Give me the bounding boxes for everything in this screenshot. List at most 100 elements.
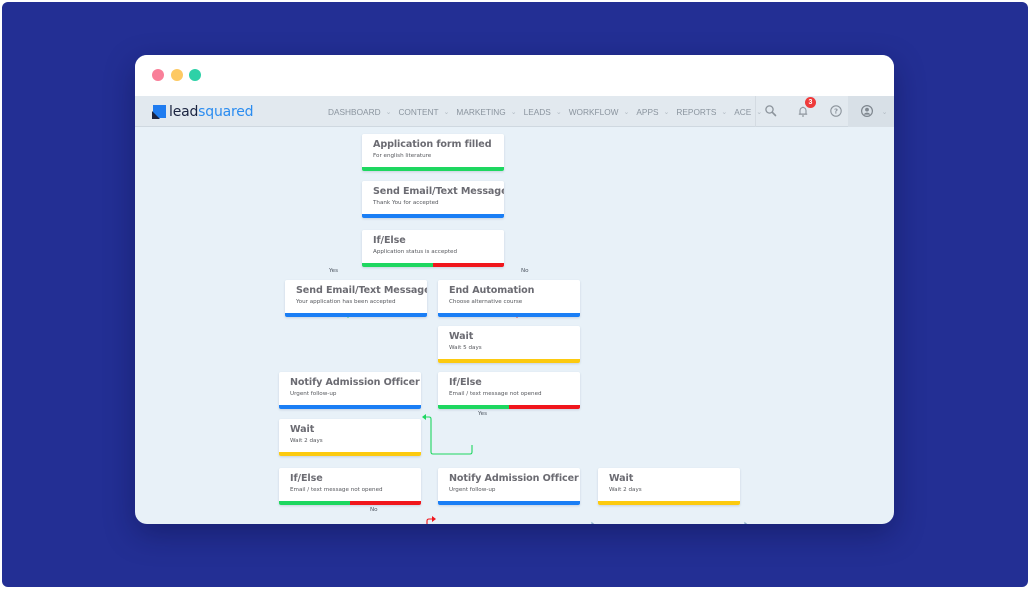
workflow-node[interactable]: End Automation Choose alternative course	[438, 280, 580, 317]
arrow-head	[422, 414, 426, 420]
node-status-bar	[438, 501, 580, 505]
status-segment-blue	[438, 501, 580, 505]
window-titlebar	[135, 55, 894, 96]
node-subtitle: Thank You for accepted	[373, 200, 439, 206]
node-status-bar	[279, 501, 421, 505]
node-status-bar	[285, 313, 427, 317]
menu-item-leads[interactable]: LEADS ⌄	[524, 107, 562, 117]
arrow-head	[591, 521, 595, 524]
branch-label-yes: Yes	[478, 411, 488, 417]
svg-text:?: ?	[833, 107, 837, 115]
status-segment-yellow	[598, 501, 740, 505]
workflow-node[interactable]: Send Email/Text Message Thank You for ac…	[362, 181, 504, 218]
node-status-bar	[598, 501, 740, 505]
menu-item-reports[interactable]: REPORTS ⌄	[676, 107, 727, 117]
leadsquared-logo[interactable]: leadsquared	[152, 103, 254, 121]
node-title: Wait	[290, 424, 315, 435]
chevron-down-icon: ⌄	[623, 108, 630, 116]
node-status-bar	[362, 214, 504, 218]
close-window-button[interactable]	[152, 69, 164, 81]
chevron-down-icon: ⌄	[555, 108, 562, 116]
node-title: Wait	[449, 331, 474, 342]
node-status-bar	[362, 263, 504, 267]
node-subtitle: Wait 5 days	[449, 345, 482, 351]
menu-item-content[interactable]: CONTENT ⌄	[398, 107, 449, 117]
node-title: Wait	[609, 473, 634, 484]
status-segment-yellow	[279, 452, 421, 456]
workflow-node[interactable]: Send Email/Text Message Your application…	[285, 280, 427, 317]
node-subtitle: Urgent follow-up	[290, 391, 337, 397]
node-subtitle: Wait 2 days	[609, 487, 642, 493]
status-segment-red	[350, 501, 421, 505]
no-branch-connector-2	[426, 518, 433, 524]
node-title: Application form filled	[373, 139, 492, 150]
help-button[interactable]: ?	[827, 104, 844, 121]
chevron-down-icon: ⌄	[510, 108, 517, 116]
node-subtitle: Email / text message not opened	[290, 487, 383, 493]
workflow-node[interactable]: Wait Wait 5 days	[438, 326, 580, 363]
node-title: Send Email/Text Message	[373, 186, 504, 197]
menu-item-dashboard[interactable]: DASHBOARD ⌄	[328, 107, 391, 117]
status-segment-blue	[279, 405, 421, 409]
status-segment-blue	[285, 313, 427, 317]
minimize-window-button[interactable]	[171, 69, 183, 81]
node-title: Notify Admission Officer	[449, 473, 579, 484]
browser-window: leadsquared DASHBOARD ⌄ CONTENT ⌄ MARKETIN…	[135, 55, 894, 524]
chevron-down-icon: ⌄	[443, 108, 450, 116]
notification-count-badge: 3	[805, 97, 816, 108]
node-title: Notify Admission Officer	[290, 377, 420, 388]
search-icon	[764, 105, 776, 117]
help-icon: ?	[829, 105, 842, 117]
branch-label-no: No	[370, 507, 378, 513]
menu-item-marketing[interactable]: MARKETING ⌄	[456, 107, 516, 117]
top-navigation-bar: leadsquared DASHBOARD ⌄ CONTENT ⌄ MARKETIN…	[135, 96, 894, 127]
node-status-bar	[438, 359, 580, 363]
main-menu: DASHBOARD ⌄ CONTENT ⌄ MARKETING ⌄ LEADS ⌄ WO…	[328, 96, 769, 127]
node-title: If/Else	[373, 235, 406, 246]
node-subtitle: Your application has been accepted	[296, 299, 396, 305]
node-status-bar	[279, 452, 421, 456]
arrow-head	[432, 516, 436, 522]
workflow-node[interactable]: If/Else Application status is accepted	[362, 230, 504, 267]
workflow-node[interactable]: Notify Admission Officer Urgent follow-u…	[279, 372, 421, 409]
chevron-down-icon: ⌄	[663, 108, 670, 116]
branch-label-no: No	[521, 268, 529, 274]
menu-item-workflow[interactable]: WORKFLOW ⌄	[569, 107, 630, 117]
node-title: If/Else	[449, 377, 482, 388]
menu-item-apps[interactable]: APPS ⌄	[636, 107, 669, 117]
workflow-node[interactable]: If/Else Email / text message not opened	[438, 372, 580, 409]
maximize-window-button[interactable]	[189, 69, 201, 81]
status-segment-blue	[362, 214, 504, 218]
node-title: Send Email/Text Message	[296, 285, 427, 296]
user-icon	[860, 104, 873, 118]
search-button[interactable]	[762, 104, 779, 121]
yes-branch-connector-2	[424, 416, 473, 455]
workflow-node[interactable]: Notify Admission Officer Urgent follow-u…	[438, 468, 580, 505]
node-status-bar	[438, 405, 580, 409]
node-title: End Automation	[449, 285, 535, 296]
chevron-down-icon: ⌄	[721, 108, 728, 116]
workflow-node[interactable]: Application form filled For english lite…	[362, 134, 504, 171]
node-status-bar	[279, 405, 421, 409]
profile-button[interactable]	[858, 104, 875, 121]
logo-text: leadsquared	[169, 104, 254, 120]
node-subtitle: Application status is accepted	[373, 249, 458, 255]
status-segment-blue	[438, 313, 580, 317]
workflow-node[interactable]: If/Else Email / text message not opened	[279, 468, 421, 505]
node-subtitle: Wait 2 days	[290, 438, 323, 444]
status-segment-green	[362, 167, 504, 171]
branch-label-yes: Yes	[329, 268, 339, 274]
logo-mark-icon	[152, 105, 166, 119]
workflow-canvas: Yes No Yes No Application form filled Fo…	[135, 127, 894, 524]
node-subtitle: Email / text message not opened	[449, 391, 542, 397]
workflow-node[interactable]: Wait Wait 2 days	[598, 468, 740, 505]
workflow-node[interactable]: Wait Wait 2 days	[279, 419, 421, 456]
node-subtitle: For english literature	[373, 153, 432, 159]
chevron-down-icon: ⌄	[385, 108, 392, 116]
node-status-bar	[438, 313, 580, 317]
node-status-bar	[362, 167, 504, 171]
status-segment-red	[433, 263, 504, 267]
profile-chevron-icon[interactable]: ⌄	[876, 104, 893, 121]
node-title: If/Else	[290, 473, 323, 484]
status-segment-green	[279, 501, 350, 505]
